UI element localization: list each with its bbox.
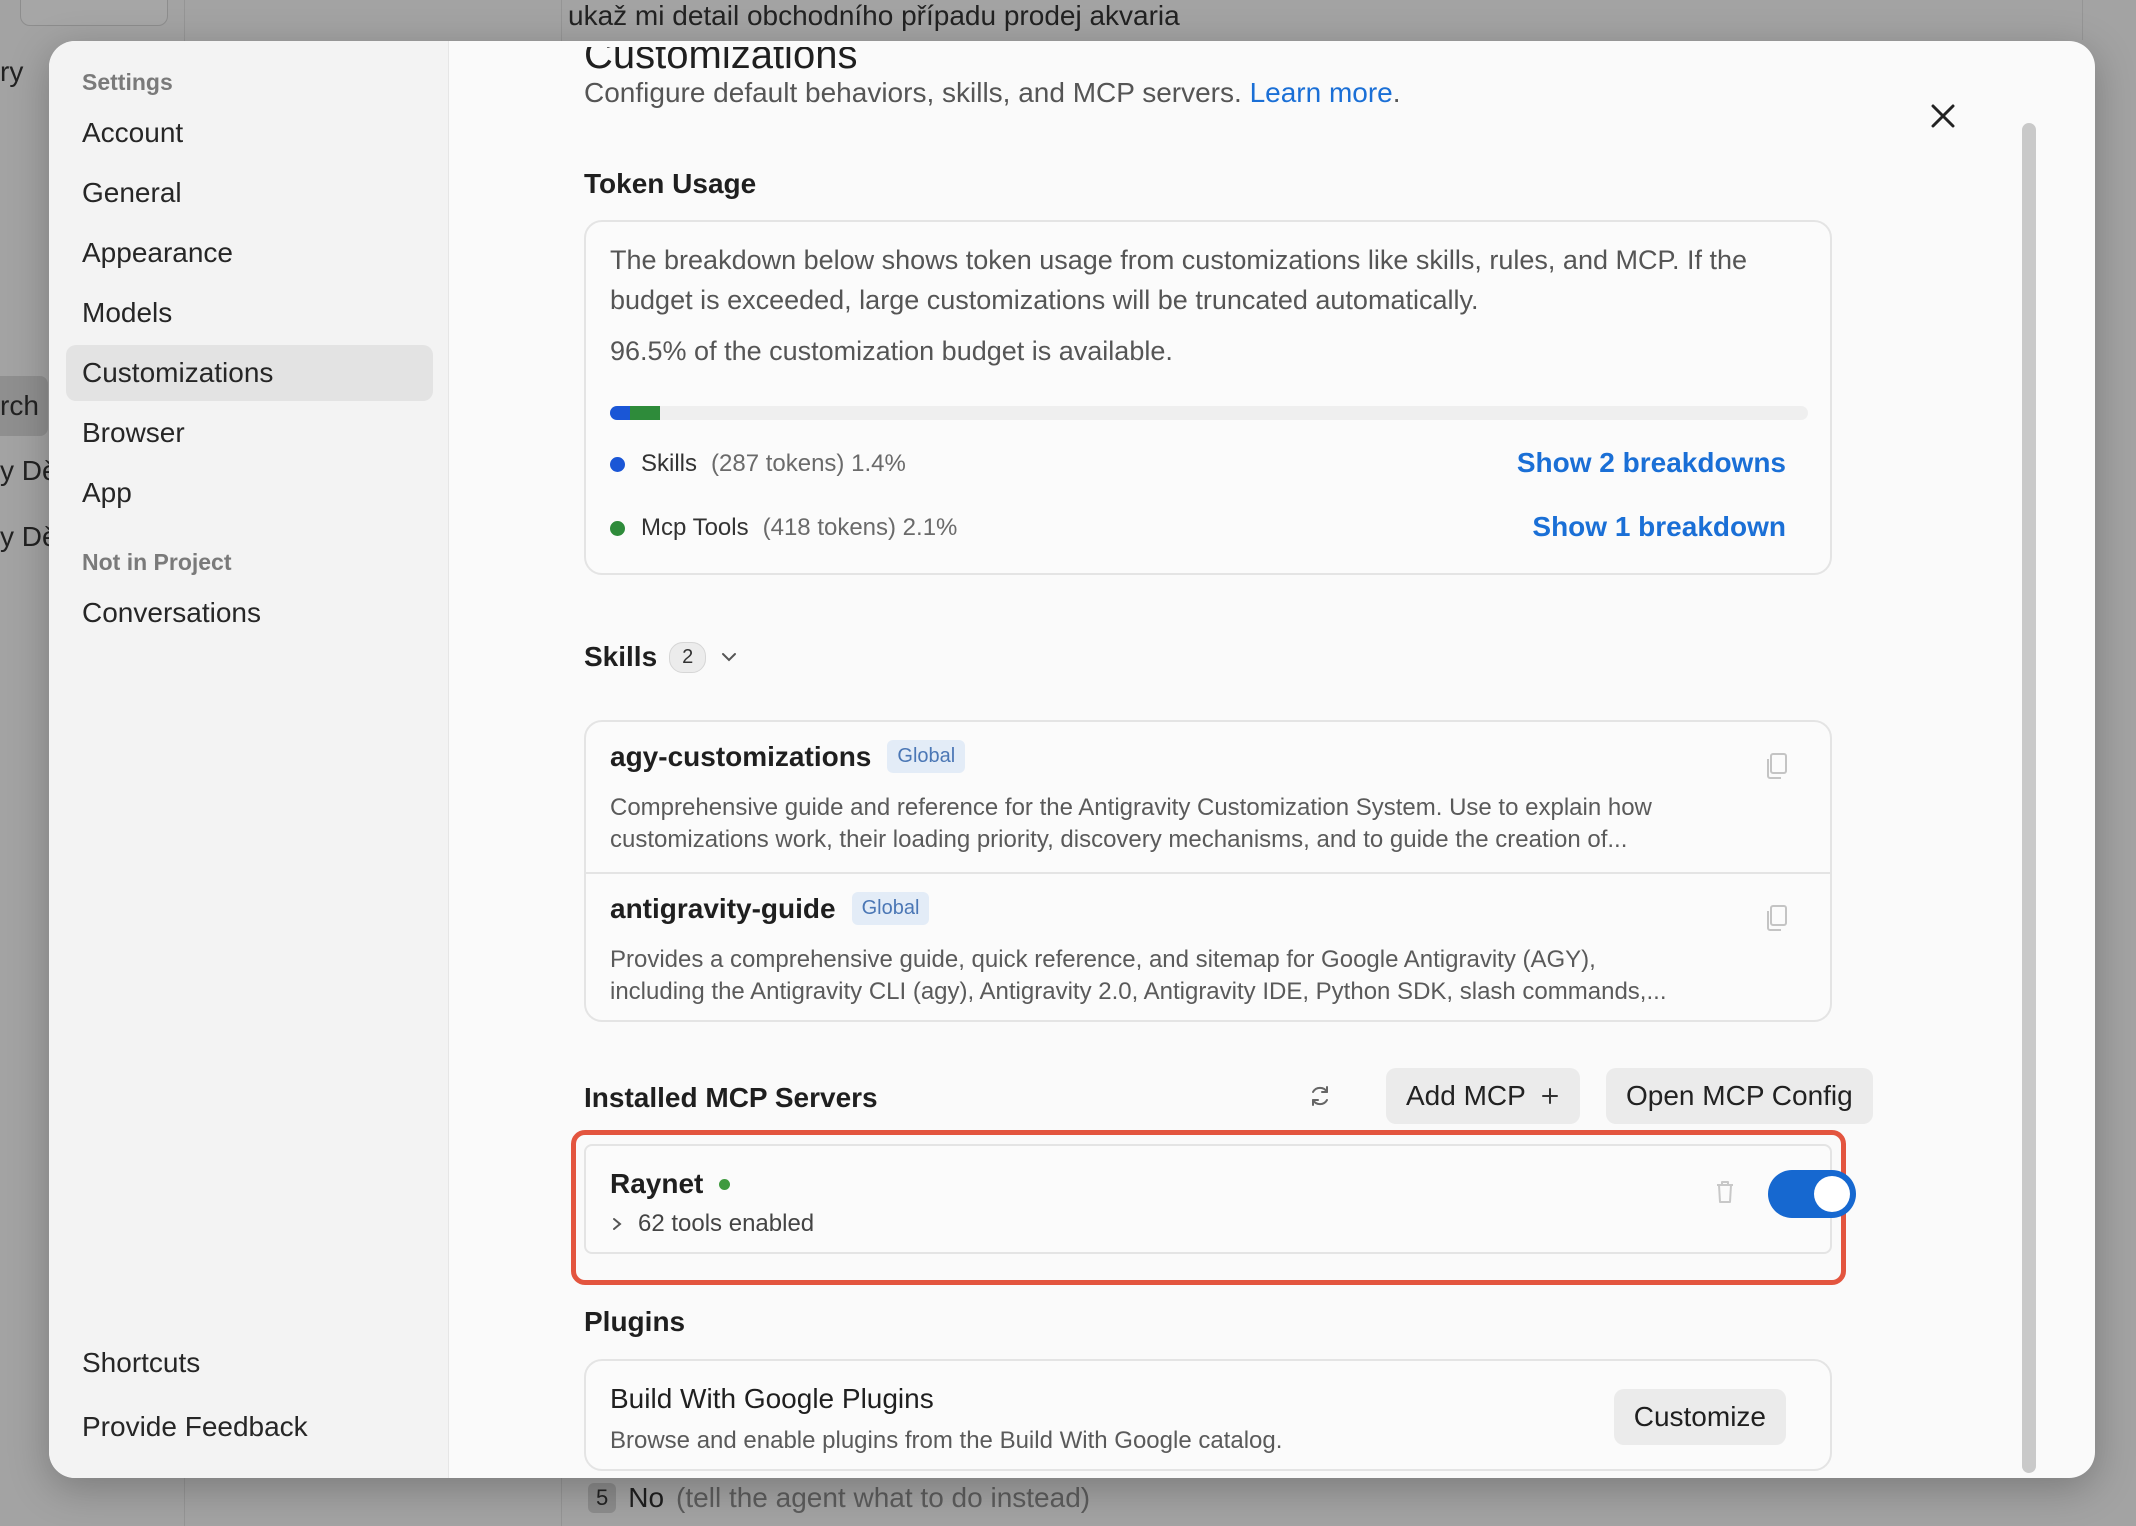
skill-item[interactable]: agy-customizations Global Comprehensive … — [586, 722, 1830, 872]
skill-item[interactable]: antigravity-guide Global Provides a comp… — [586, 872, 1830, 1022]
server-tools-count: 62 tools enabled — [638, 1210, 815, 1237]
server-enabled-toggle[interactable] — [1768, 1170, 1856, 1218]
open-mcp-config-button[interactable]: Open MCP Config — [1606, 1068, 1873, 1124]
skill-name: agy-customizations — [610, 740, 872, 772]
token-usage-title: Token Usage — [584, 168, 757, 199]
refresh-icon — [1312, 1086, 1328, 1106]
add-mcp-button[interactable]: Add MCP — [1386, 1068, 1580, 1124]
skill-description-line: Provides a comprehensive guide, quick re… — [610, 946, 1596, 973]
copy-icon[interactable] — [1764, 904, 1790, 932]
skill-description: Comprehensive guide and reference for th… — [610, 792, 1750, 856]
chevron-down-icon[interactable] — [718, 646, 740, 668]
chevron-right-icon — [613, 1218, 622, 1230]
skills-header[interactable]: Skills 2 — [584, 641, 740, 673]
skill-description-line: customizations work, their loading prior… — [610, 826, 1628, 853]
page-description-text: Configure default behaviors, skills, and… — [584, 77, 1242, 108]
token-usage-explanation: The breakdown below shows token usage fr… — [610, 245, 1748, 315]
sidebar-item-appearance[interactable]: Appearance — [66, 225, 433, 281]
skill-description-line: including the Antigravity CLI (agy), Ant… — [610, 978, 1667, 1005]
add-mcp-label: Add MCP — [1406, 1080, 1526, 1111]
token-bar-skills — [610, 406, 631, 420]
close-button[interactable] — [1921, 94, 1965, 138]
copy-icon[interactable] — [1764, 752, 1790, 780]
server-status-dot — [719, 1178, 731, 1190]
skills-title: Skills — [584, 641, 658, 672]
page-description: Configure default behaviors, skills, and… — [584, 77, 1401, 109]
token-usage-bar — [610, 406, 1808, 420]
trash-icon[interactable] — [1714, 1179, 1736, 1205]
token-bar-mcp-tools — [630, 406, 661, 420]
mcp-servers-title: Installed MCP Servers — [584, 1082, 878, 1113]
sidebar-item-models[interactable]: Models — [66, 285, 433, 341]
sidebar-group-settings: Settings — [82, 69, 173, 95]
server-tools-toggle[interactable]: 62 tools enabled — [610, 1210, 814, 1238]
show-mcp-breakdown-link[interactable]: Show 1 breakdown — [1532, 511, 1786, 543]
close-icon — [1931, 104, 1955, 128]
scrollbar[interactable] — [2022, 123, 2036, 1473]
skill-description: Provides a comprehensive guide, quick re… — [610, 944, 1750, 1008]
sidebar-item-browser[interactable]: Browser — [66, 405, 433, 461]
sidebar-item-account[interactable]: Account — [66, 105, 433, 161]
page-title: Customizations — [584, 47, 858, 71]
skills-count-badge: 2 — [669, 641, 707, 673]
mcp-server-row: Raynet 62 tools enabled — [584, 1144, 1856, 1254]
background-input — [20, 0, 168, 26]
sidebar-item-customizations[interactable]: Customizations — [66, 345, 433, 401]
skills-dot-icon — [610, 456, 625, 472]
background-fragment: ry — [0, 56, 24, 87]
refresh-button[interactable] — [1302, 1078, 1338, 1114]
background-divider — [2082, 0, 2083, 40]
sidebar-group-not-in-project: Not in Project — [82, 549, 232, 575]
skills-card: agy-customizations Global Comprehensive … — [584, 720, 1832, 1022]
background-chat-prompt: ukaž mi detail obchodního případu prodej… — [568, 0, 1180, 31]
skill-name-row: antigravity-guide Global — [610, 892, 930, 925]
show-skills-breakdowns-link[interactable]: Show 2 breakdowns — [1517, 447, 1786, 479]
mcp-tools-dot-icon — [610, 520, 625, 536]
scope-badge: Global — [887, 740, 966, 773]
sidebar-item-shortcuts[interactable]: Shortcuts — [66, 1335, 433, 1391]
sidebar-item-conversations[interactable]: Conversations — [66, 585, 433, 641]
option-label: No — [628, 1482, 665, 1513]
option-number: 5 — [588, 1483, 617, 1513]
plus-icon — [1541, 1088, 1558, 1104]
skill-name-row: agy-customizations Global — [610, 740, 966, 773]
sidebar-item-app[interactable]: App — [66, 465, 433, 521]
legend-label: Mcp Tools — [641, 514, 749, 541]
server-name: Raynet — [610, 1168, 704, 1199]
skill-name: antigravity-guide — [610, 892, 836, 924]
toggle-knob — [1814, 1176, 1850, 1212]
legend-label: Skills — [641, 450, 698, 477]
token-budget-available: 96.5% of the customization budget is ava… — [610, 336, 1173, 366]
server-name-row: Raynet — [610, 1168, 731, 1200]
settings-modal: Settings Account General Appearance Mode… — [49, 41, 2095, 1478]
scope-badge: Global — [851, 892, 930, 925]
sidebar-item-provide-feedback[interactable]: Provide Feedback — [66, 1399, 433, 1455]
legend-detail: (418 tokens) 2.1% — [762, 514, 958, 541]
plugin-card: Build With Google Plugins Browse and ena… — [584, 1359, 1832, 1471]
plugin-name: Build With Google Plugins — [610, 1383, 934, 1414]
skill-description-line: Comprehensive guide and reference for th… — [610, 794, 1652, 821]
legend-detail: (287 tokens) 1.4% — [711, 450, 906, 477]
token-legend-mcp-tools: Mcp Tools (418 tokens) 2.1% — [610, 514, 957, 542]
settings-sidebar: Settings Account General Appearance Mode… — [49, 41, 449, 1478]
token-usage-card: The breakdown below shows token usage fr… — [584, 220, 1832, 575]
token-legend-skills: Skills (287 tokens) 1.4% — [610, 450, 906, 478]
plugins-title: Plugins — [584, 1306, 686, 1337]
background-fragment: rch — [0, 390, 39, 421]
background-option: 5 No (tell the agent what to do instead) — [588, 1482, 1090, 1514]
mcp-servers-header: Installed MCP Servers Add MCP Open MCP C… — [584, 1068, 1880, 1124]
plugin-description: Browse and enable plugins from the Build… — [610, 1427, 1283, 1454]
learn-more-link[interactable]: Learn more — [1250, 77, 1393, 108]
customize-button[interactable]: Customize — [1613, 1389, 1786, 1445]
description-period: . — [1392, 77, 1401, 108]
sidebar-item-general[interactable]: General — [66, 165, 433, 221]
option-hint: (tell the agent what to do instead) — [676, 1482, 1091, 1513]
